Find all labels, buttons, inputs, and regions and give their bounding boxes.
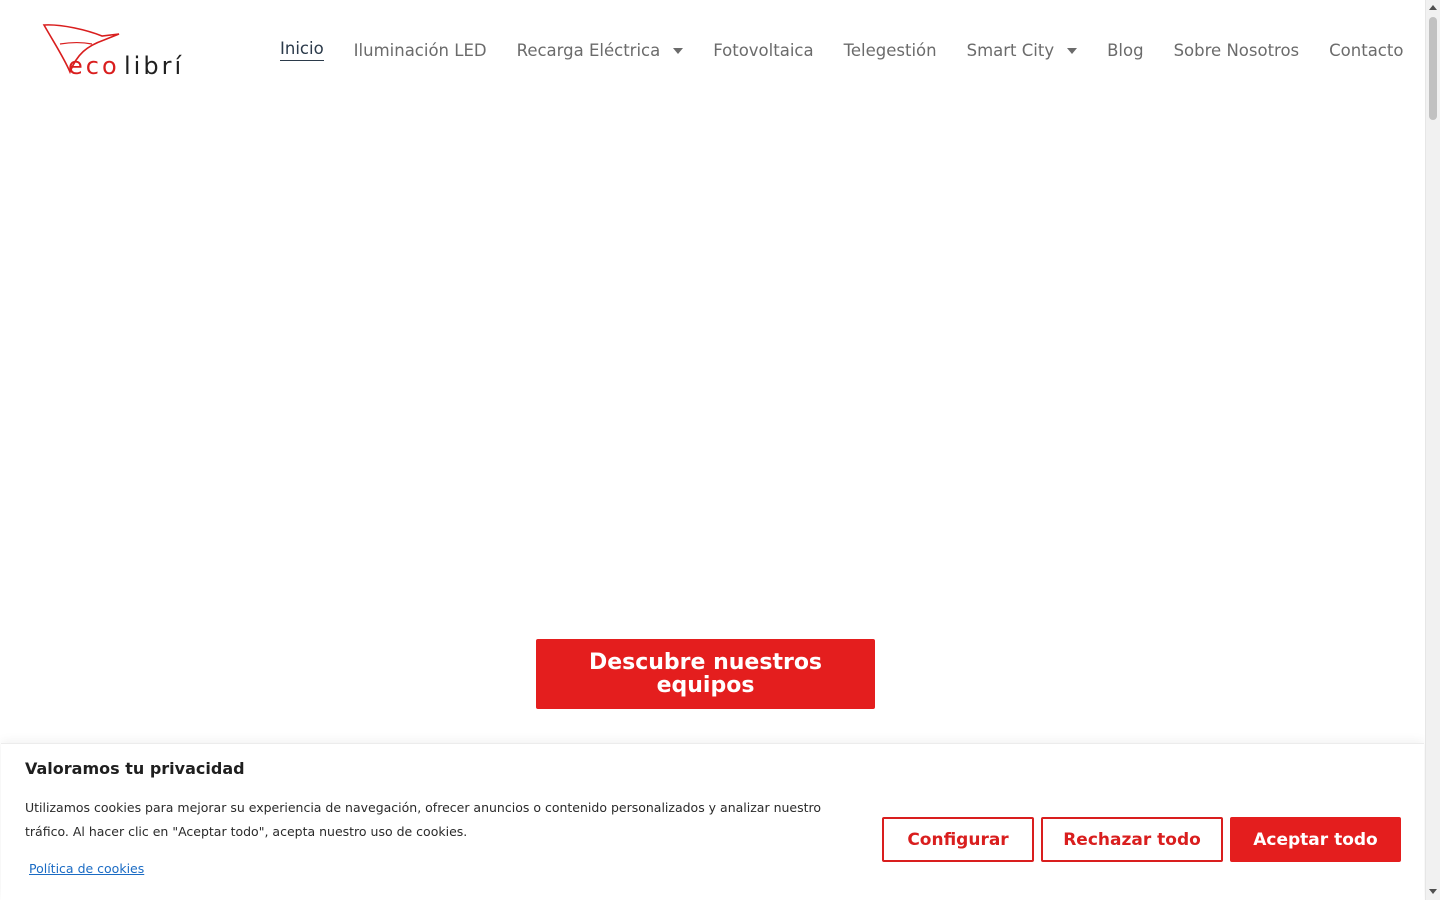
scrollbar-thumb[interactable]	[1429, 17, 1437, 120]
nav-item-contacto[interactable]: Contacto	[1329, 36, 1403, 64]
nav-item-fotovoltaica[interactable]: Fotovoltaica	[713, 36, 813, 64]
scroll-down-arrow-icon[interactable]	[1429, 889, 1437, 894]
nav-label: Inicio	[280, 39, 324, 61]
accept-all-button[interactable]: Aceptar todo	[1230, 817, 1401, 862]
site-header: eco librí Inicio Iluminación LED Recarga…	[0, 0, 1425, 100]
configure-cookies-button[interactable]: Configurar	[882, 817, 1034, 862]
nav-item-sobre-nosotros[interactable]: Sobre Nosotros	[1174, 36, 1300, 64]
nav-item-telegestion[interactable]: Telegestión	[844, 36, 937, 64]
svg-text:eco: eco	[68, 52, 120, 78]
main-nav: Inicio Iluminación LED Recarga Eléctrica…	[280, 36, 1403, 64]
nav-label: Smart City	[966, 40, 1055, 60]
nav-label: Blog	[1107, 40, 1144, 60]
nav-item-recarga-electrica[interactable]: Recarga Eléctrica	[517, 36, 684, 64]
cookie-banner-text: Utilizamos cookies para mejorar su exper…	[25, 800, 822, 839]
page-scrollbar[interactable]	[1425, 0, 1440, 900]
hummingbird-logo-icon: eco librí	[42, 24, 184, 78]
cookie-banner: Valoramos tu privacidad Utilizamos cooki…	[1, 743, 1424, 900]
svg-text:librí: librí	[124, 52, 184, 78]
reject-all-button[interactable]: Rechazar todo	[1041, 817, 1223, 862]
caret-down-icon[interactable]	[1067, 48, 1078, 54]
nav-label: Sobre Nosotros	[1173, 40, 1300, 60]
cookie-banner-title: Valoramos tu privacidad	[25, 759, 245, 778]
discover-equipment-button[interactable]: Descubre nuestros equipos	[536, 639, 875, 709]
caret-down-icon[interactable]	[673, 48, 684, 54]
nav-item-inicio[interactable]: Inicio	[280, 36, 324, 64]
nav-item-blog[interactable]: Blog	[1107, 36, 1143, 64]
nav-label: Contacto	[1329, 40, 1404, 60]
nav-label: Fotovoltaica	[713, 40, 814, 60]
nav-item-smart-city[interactable]: Smart City	[967, 36, 1078, 64]
ecolibri-logo[interactable]: eco librí	[42, 22, 192, 78]
nav-label: Telegestión	[843, 40, 937, 60]
cookie-policy-link[interactable]: Política de cookies	[29, 861, 144, 876]
nav-label: Recarga Eléctrica	[516, 40, 661, 60]
scroll-up-arrow-icon[interactable]	[1429, 5, 1437, 10]
nav-item-iluminacion-led[interactable]: Iluminación LED	[354, 36, 487, 64]
nav-label: Iluminación LED	[353, 40, 487, 60]
